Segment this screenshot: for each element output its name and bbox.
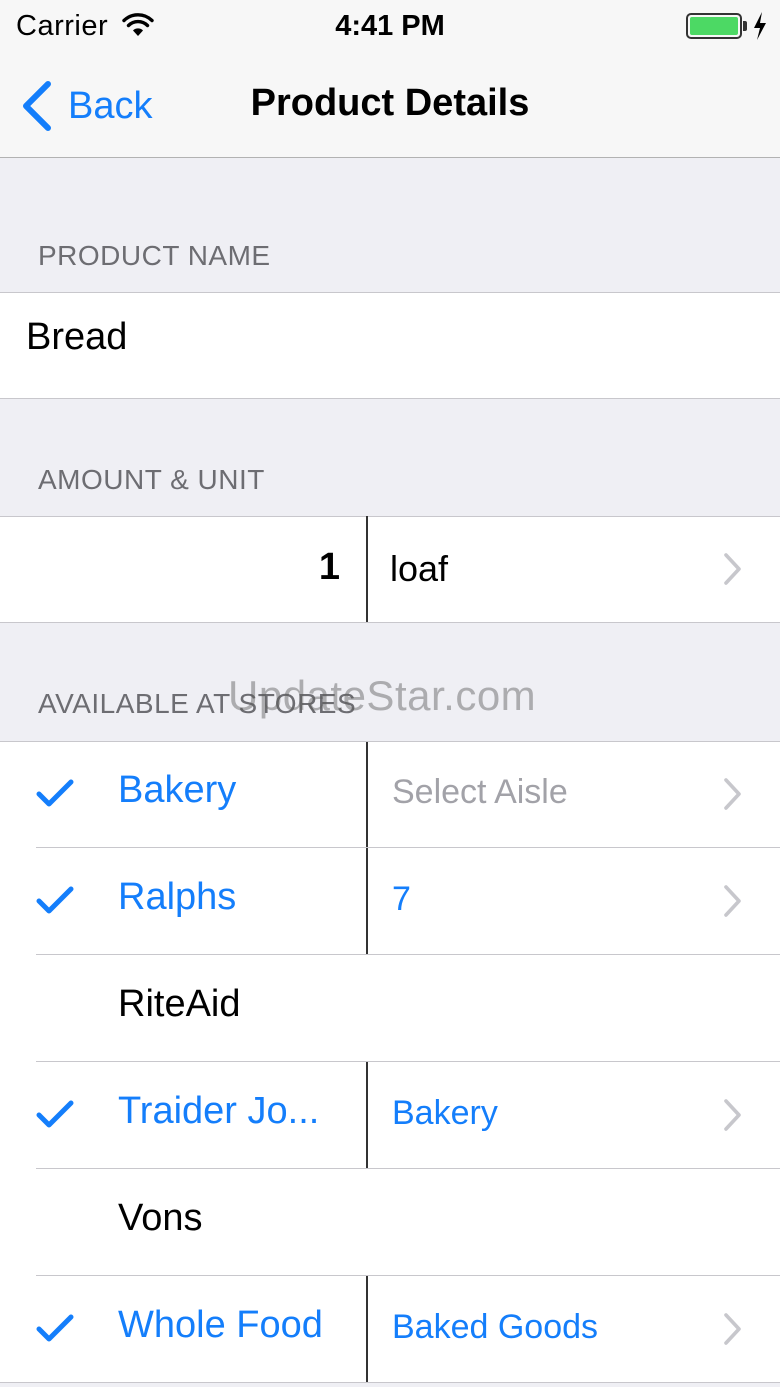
store-row[interactable]: Ralphs 7 [0, 848, 780, 955]
chevron-right-icon [724, 778, 741, 810]
aisle-selector[interactable]: 7 [368, 848, 780, 955]
store-name: RiteAid [118, 983, 241, 1025]
aisle-value: 7 [392, 880, 411, 918]
clock: 4:41 PM [335, 10, 445, 42]
aisle-selector[interactable]: Select Aisle [368, 741, 780, 848]
chevron-right-icon [724, 1313, 741, 1345]
store-row[interactable]: Bakery Select Aisle [0, 741, 780, 848]
store-name: Bakery [118, 769, 237, 811]
store-name: Traider Jo... [118, 1090, 320, 1132]
aisle-value: Baked Goods [392, 1308, 599, 1346]
checkmark-icon [36, 1100, 74, 1128]
aisle-value: Select Aisle [392, 773, 568, 811]
checkmark-icon [36, 1314, 74, 1342]
section-header-stores: AVAILABLE AT STORES [38, 688, 357, 719]
unit-selector[interactable]: loaf [368, 516, 780, 623]
chevron-right-icon [724, 1099, 741, 1131]
chevron-right-icon [724, 885, 741, 917]
aisle-selector[interactable]: Bakery [368, 1062, 780, 1169]
charging-bolt-icon [754, 12, 766, 40]
amount-unit-cell: 1 loaf [0, 516, 780, 623]
product-name-cell [0, 292, 780, 399]
checkmark-icon [36, 779, 74, 807]
store-row[interactable]: Traider Jo... Bakery [0, 1062, 780, 1169]
store-name: Whole Food [118, 1304, 323, 1346]
battery-icon [686, 13, 747, 39]
product-name-field[interactable] [26, 316, 746, 359]
checkmark-icon [36, 886, 74, 914]
store-name: Vons [118, 1197, 203, 1239]
store-row[interactable]: Whole Food Baked Goods [0, 1276, 780, 1383]
status-bar: Carrier 4:41 PM [0, 0, 780, 54]
amount-field[interactable]: 1 [319, 546, 340, 589]
chevron-right-icon [724, 553, 741, 585]
aisle-selector[interactable]: Baked Goods [368, 1276, 780, 1383]
unit-value: loaf [390, 548, 449, 589]
store-row[interactable]: Vons [0, 1169, 780, 1276]
navigation-bar: Back Product Details [0, 54, 780, 158]
page-title: Product Details [250, 82, 530, 124]
aisle-value: Bakery [392, 1094, 498, 1132]
store-name: Ralphs [118, 876, 237, 918]
section-header-product-name: PRODUCT NAME [38, 240, 271, 271]
store-row[interactable]: RiteAid [0, 955, 780, 1062]
section-header-amount-unit: AMOUNT & UNIT [38, 464, 265, 495]
